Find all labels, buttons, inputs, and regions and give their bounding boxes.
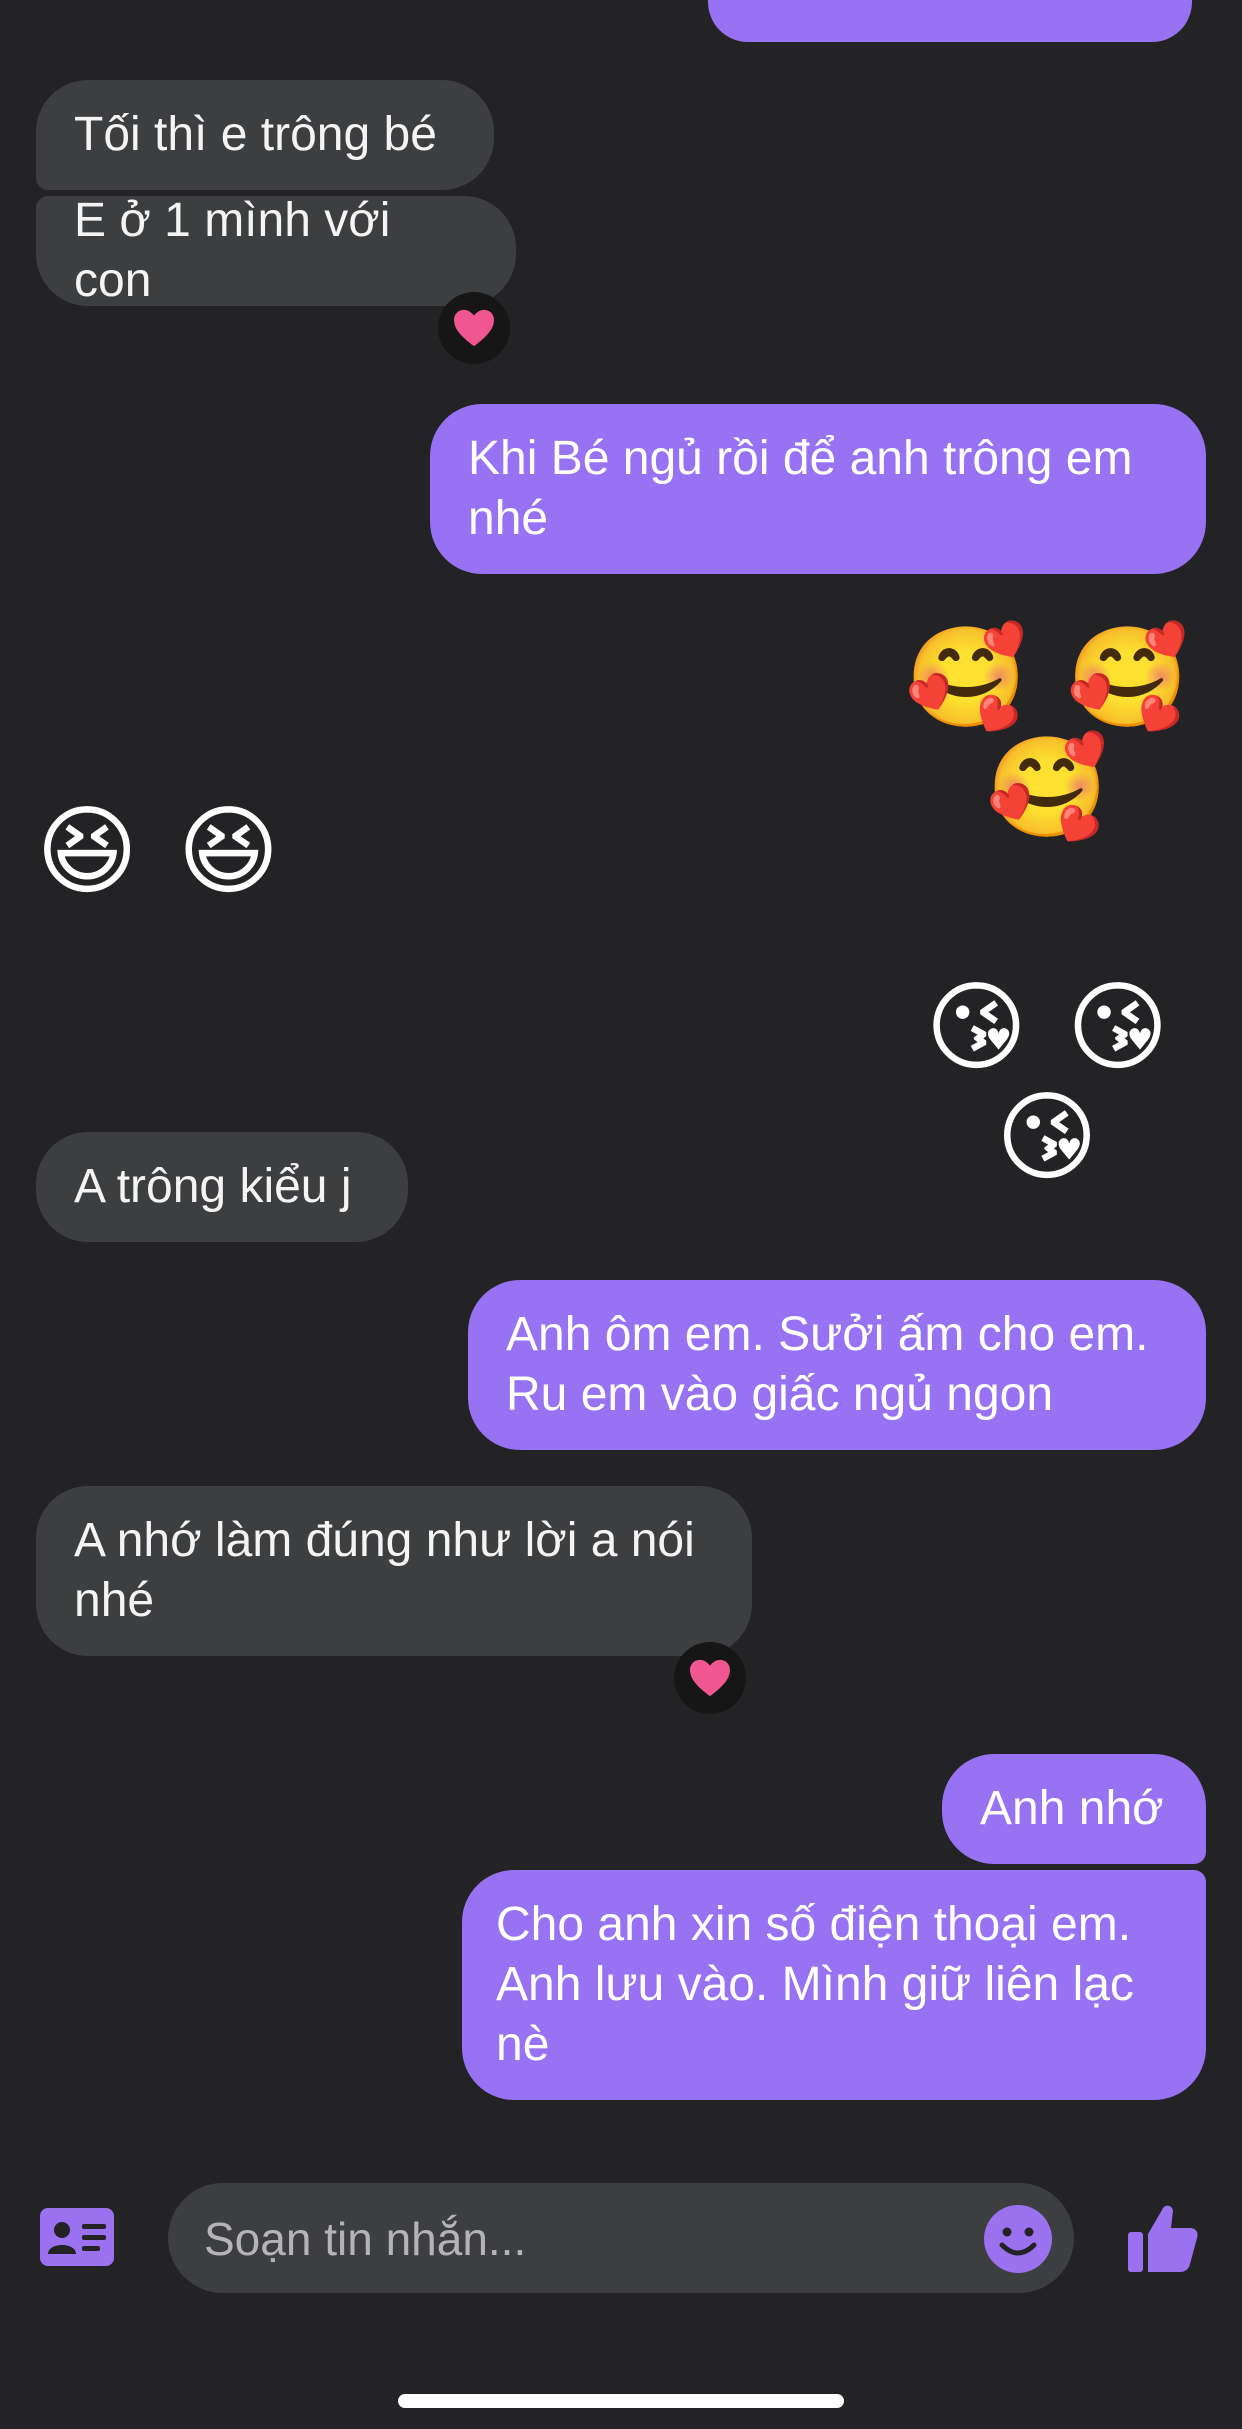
message-emoji: 😘 😘 😘 (925, 972, 1175, 1192)
thumbs-up-icon (1128, 2205, 1198, 2272)
contact-card-icon (40, 2208, 114, 2266)
heart-icon (454, 309, 494, 347)
emoji-message-sent[interactable]: 🥰 🥰 🥰 (858, 622, 1242, 842)
previous-message-bubble (708, 0, 1192, 42)
emoji-message-sent[interactable]: 😘 😘 😘 (858, 972, 1242, 1192)
message-text: Anh ôm em. Sưởi ấm cho em. Ru em vào giấ… (506, 1308, 1162, 1421)
message-emoji: 😆 😆 (36, 796, 286, 906)
heart-icon (690, 1659, 730, 1697)
emoji-button[interactable] (984, 2205, 1052, 2273)
message-text: E ở 1 mình với con (74, 194, 404, 307)
contact-card-button[interactable] (40, 2208, 114, 2266)
message-bubble-sent[interactable]: Anh ôm em. Sưởi ấm cho em. Ru em vào giấ… (468, 1280, 1206, 1450)
message-bubble-sent[interactable]: Cho anh xin số điện thoại em. Anh lưu và… (462, 1870, 1206, 2100)
emoji-message-received[interactable]: 😆 😆 (36, 796, 286, 906)
heart-reaction[interactable] (674, 1642, 746, 1714)
message-text: Cho anh xin số điện thoại em. Anh lưu và… (496, 1898, 1148, 2071)
message-text: Tối thì e trông bé (74, 108, 437, 161)
message-bubble-received[interactable]: A trông kiểu j (36, 1132, 408, 1242)
home-indicator[interactable] (398, 2394, 844, 2408)
message-bubble-received[interactable]: A nhớ làm đúng như lời a nói nhé (36, 1486, 752, 1656)
message-text: Anh nhớ (980, 1782, 1164, 1835)
message-bubble-sent[interactable]: Anh nhớ (942, 1754, 1206, 1864)
message-text: Khi Bé ngủ rồi để anh trông em nhé (468, 432, 1146, 545)
message-emoji: 🥰 🥰 🥰 (905, 622, 1195, 842)
message-text: A trông kiểu j (74, 1160, 352, 1213)
message-input-container[interactable] (168, 2183, 1074, 2293)
heart-reaction[interactable] (438, 292, 510, 364)
chat-screen: Tối thì e trông bé E ở 1 mình với con Kh… (0, 0, 1242, 2429)
message-input[interactable] (202, 2203, 946, 2275)
message-bubble-sent[interactable]: Khi Bé ngủ rồi để anh trông em nhé (430, 404, 1206, 574)
like-button[interactable] (1124, 2200, 1200, 2276)
message-bubble-received[interactable]: E ở 1 mình với con (36, 194, 516, 307)
message-text: A nhớ làm đúng như lời a nói nhé (74, 1514, 709, 1627)
smiley-icon (984, 2205, 1052, 2273)
message-bubble-received[interactable]: Tối thì e trông bé (36, 80, 494, 190)
